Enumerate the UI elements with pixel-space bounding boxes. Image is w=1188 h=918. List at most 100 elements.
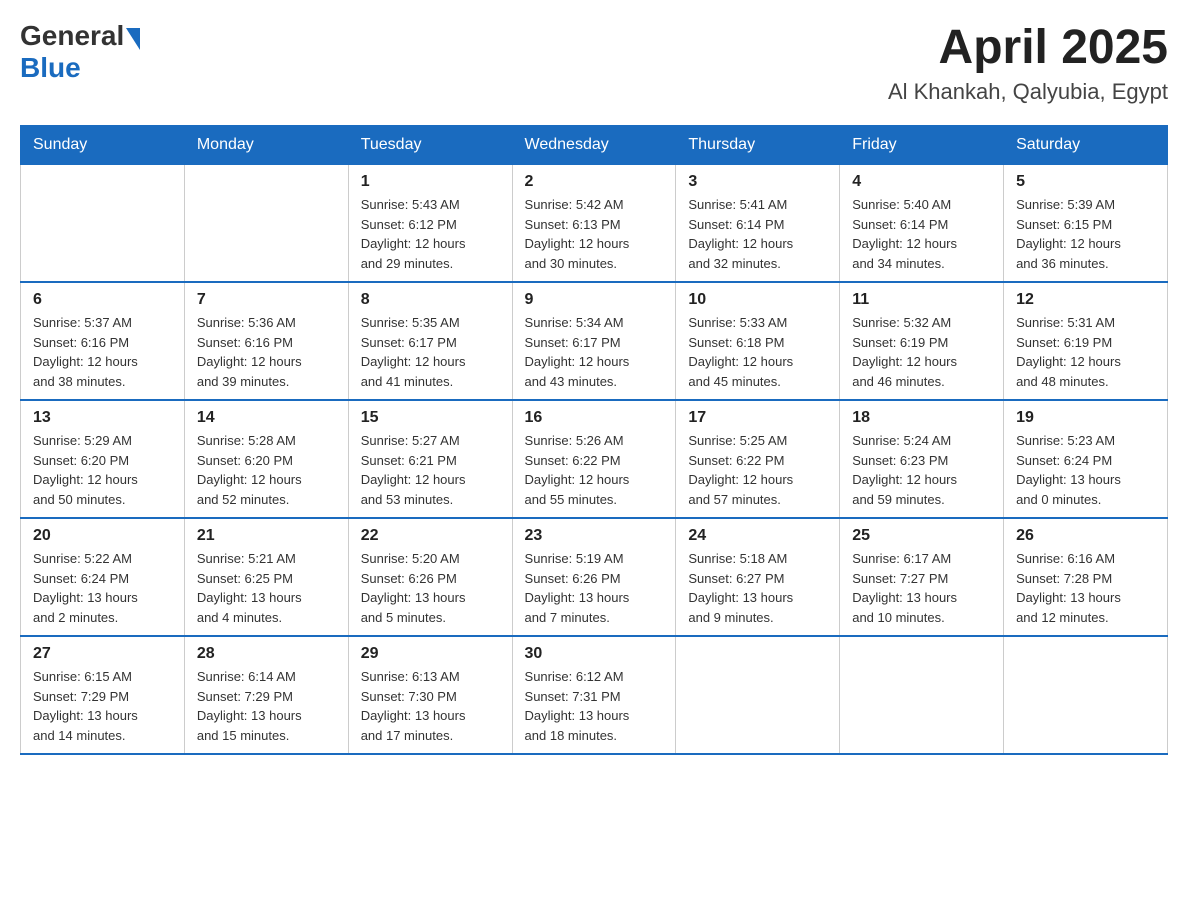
day-number: 15: [361, 409, 500, 427]
day-number: 13: [33, 409, 172, 427]
weekday-header-tuesday: Tuesday: [348, 126, 512, 165]
day-number: 20: [33, 527, 172, 545]
day-info: Sunrise: 5:31 AM Sunset: 6:19 PM Dayligh…: [1016, 313, 1155, 391]
calendar-cell: 2 Sunrise: 5:42 AM Sunset: 6:13 PM Daylig…: [512, 165, 676, 283]
day-info: Sunrise: 5:34 AM Sunset: 6:17 PM Dayligh…: [525, 313, 664, 391]
calendar-cell: 4 Sunrise: 5:40 AM Sunset: 6:14 PM Daylig…: [840, 165, 1004, 283]
logo-general-text: General: [20, 20, 124, 52]
day-info: Sunrise: 5:40 AM Sunset: 6:14 PM Dayligh…: [852, 195, 991, 273]
weekday-header-thursday: Thursday: [676, 126, 840, 165]
day-number: 16: [525, 409, 664, 427]
calendar-cell: 23Sunrise: 5:19 AM Sunset: 6:26 PM Dayli…: [512, 518, 676, 636]
day-info: Sunrise: 5:42 AM Sunset: 6:13 PM Dayligh…: [525, 195, 664, 273]
calendar-cell: 28Sunrise: 6:14 AM Sunset: 7:29 PM Dayli…: [184, 636, 348, 754]
day-info: Sunrise: 6:12 AM Sunset: 7:31 PM Dayligh…: [525, 667, 664, 745]
calendar-cell: 8 Sunrise: 5:35 AM Sunset: 6:17 PM Daylig…: [348, 282, 512, 400]
day-info: Sunrise: 5:32 AM Sunset: 6:19 PM Dayligh…: [852, 313, 991, 391]
calendar-cell: 11Sunrise: 5:32 AM Sunset: 6:19 PM Dayli…: [840, 282, 1004, 400]
day-info: Sunrise: 5:39 AM Sunset: 6:15 PM Dayligh…: [1016, 195, 1155, 273]
day-info: Sunrise: 6:17 AM Sunset: 7:27 PM Dayligh…: [852, 549, 991, 627]
calendar-cell: 29 Sunrise: 6:13 AM Sunset: 7:30 PM Dayli…: [348, 636, 512, 754]
logo-blue-text: Blue: [20, 52, 140, 84]
title-area: April 2025 Al Khankah, Qalyubia, Egypt: [888, 20, 1168, 105]
calendar-cell: 10 Sunrise: 5:33 AM Sunset: 6:18 PM Dayli…: [676, 282, 840, 400]
calendar-cell: 12 Sunrise: 5:31 AM Sunset: 6:19 PM Dayli…: [1004, 282, 1168, 400]
calendar-cell: 5 Sunrise: 5:39 AM Sunset: 6:15 PM Daylig…: [1004, 165, 1168, 283]
calendar-week-row: 6Sunrise: 5:37 AM Sunset: 6:16 PM Daylig…: [21, 282, 1168, 400]
location-subtitle: Al Khankah, Qalyubia, Egypt: [888, 79, 1168, 105]
day-info: Sunrise: 5:26 AM Sunset: 6:22 PM Dayligh…: [525, 431, 664, 509]
day-info: Sunrise: 5:27 AM Sunset: 6:21 PM Dayligh…: [361, 431, 500, 509]
day-number: 27: [33, 645, 172, 663]
day-info: Sunrise: 5:25 AM Sunset: 6:22 PM Dayligh…: [688, 431, 827, 509]
calendar-cell: 18 Sunrise: 5:24 AM Sunset: 6:23 PM Dayli…: [840, 400, 1004, 518]
day-info: Sunrise: 5:33 AM Sunset: 6:18 PM Dayligh…: [688, 313, 827, 391]
day-number: 30: [525, 645, 664, 663]
day-number: 7: [197, 291, 336, 309]
weekday-header-friday: Friday: [840, 126, 1004, 165]
day-number: 12: [1016, 291, 1155, 309]
calendar-cell: 17 Sunrise: 5:25 AM Sunset: 6:22 PM Dayli…: [676, 400, 840, 518]
calendar-cell: 7 Sunrise: 5:36 AM Sunset: 6:16 PM Daylig…: [184, 282, 348, 400]
calendar-cell: [21, 165, 185, 283]
calendar-cell: 20 Sunrise: 5:22 AM Sunset: 6:24 PM Dayli…: [21, 518, 185, 636]
day-number: 19: [1016, 409, 1155, 427]
day-info: Sunrise: 5:19 AM Sunset: 6:26 PM Dayligh…: [525, 549, 664, 627]
calendar-cell: 27 Sunrise: 6:15 AM Sunset: 7:29 PM Dayli…: [21, 636, 185, 754]
page-header: General Blue April 2025 Al Khankah, Qaly…: [20, 20, 1168, 105]
weekday-header-monday: Monday: [184, 126, 348, 165]
weekday-header-sunday: Sunday: [21, 126, 185, 165]
calendar-cell: 13 Sunrise: 5:29 AM Sunset: 6:20 PM Dayli…: [21, 400, 185, 518]
calendar-cell: 24Sunrise: 5:18 AM Sunset: 6:27 PM Dayli…: [676, 518, 840, 636]
day-info: Sunrise: 5:35 AM Sunset: 6:17 PM Dayligh…: [361, 313, 500, 391]
day-number: 2: [525, 173, 664, 191]
day-info: Sunrise: 5:18 AM Sunset: 6:27 PM Dayligh…: [688, 549, 827, 627]
day-info: Sunrise: 6:15 AM Sunset: 7:29 PM Dayligh…: [33, 667, 172, 745]
calendar-cell: 25 Sunrise: 6:17 AM Sunset: 7:27 PM Dayli…: [840, 518, 1004, 636]
logo-triangle-icon: [126, 28, 140, 50]
day-number: 8: [361, 291, 500, 309]
day-number: 10: [688, 291, 827, 309]
day-info: Sunrise: 5:20 AM Sunset: 6:26 PM Dayligh…: [361, 549, 500, 627]
calendar-cell: [184, 165, 348, 283]
day-info: Sunrise: 5:23 AM Sunset: 6:24 PM Dayligh…: [1016, 431, 1155, 509]
day-number: 5: [1016, 173, 1155, 191]
calendar-week-row: 1Sunrise: 5:43 AM Sunset: 6:12 PM Daylig…: [21, 165, 1168, 283]
calendar-cell: 15 Sunrise: 5:27 AM Sunset: 6:21 PM Dayli…: [348, 400, 512, 518]
day-info: Sunrise: 5:41 AM Sunset: 6:14 PM Dayligh…: [688, 195, 827, 273]
day-info: Sunrise: 6:13 AM Sunset: 7:30 PM Dayligh…: [361, 667, 500, 745]
day-number: 3: [688, 173, 827, 191]
weekday-header-wednesday: Wednesday: [512, 126, 676, 165]
day-info: Sunrise: 5:22 AM Sunset: 6:24 PM Dayligh…: [33, 549, 172, 627]
day-number: 9: [525, 291, 664, 309]
calendar-cell: [1004, 636, 1168, 754]
day-info: Sunrise: 5:36 AM Sunset: 6:16 PM Dayligh…: [197, 313, 336, 391]
day-number: 29: [361, 645, 500, 663]
day-info: Sunrise: 5:37 AM Sunset: 6:16 PM Dayligh…: [33, 313, 172, 391]
day-number: 25: [852, 527, 991, 545]
calendar-cell: 21Sunrise: 5:21 AM Sunset: 6:25 PM Dayli…: [184, 518, 348, 636]
calendar-cell: [840, 636, 1004, 754]
calendar-cell: 22 Sunrise: 5:20 AM Sunset: 6:26 PM Dayli…: [348, 518, 512, 636]
calendar-cell: 6Sunrise: 5:37 AM Sunset: 6:16 PM Daylig…: [21, 282, 185, 400]
calendar-cell: 1Sunrise: 5:43 AM Sunset: 6:12 PM Daylig…: [348, 165, 512, 283]
day-info: Sunrise: 5:29 AM Sunset: 6:20 PM Dayligh…: [33, 431, 172, 509]
calendar-week-row: 20 Sunrise: 5:22 AM Sunset: 6:24 PM Dayli…: [21, 518, 1168, 636]
day-info: Sunrise: 5:28 AM Sunset: 6:20 PM Dayligh…: [197, 431, 336, 509]
day-number: 21: [197, 527, 336, 545]
day-info: Sunrise: 5:24 AM Sunset: 6:23 PM Dayligh…: [852, 431, 991, 509]
calendar-cell: 3 Sunrise: 5:41 AM Sunset: 6:14 PM Daylig…: [676, 165, 840, 283]
calendar-cell: [676, 636, 840, 754]
calendar-week-row: 27 Sunrise: 6:15 AM Sunset: 7:29 PM Dayli…: [21, 636, 1168, 754]
day-number: 4: [852, 173, 991, 191]
logo: General Blue: [20, 20, 140, 84]
day-number: 22: [361, 527, 500, 545]
calendar-cell: 30 Sunrise: 6:12 AM Sunset: 7:31 PM Dayli…: [512, 636, 676, 754]
calendar-cell: 19 Sunrise: 5:23 AM Sunset: 6:24 PM Dayli…: [1004, 400, 1168, 518]
day-number: 17: [688, 409, 827, 427]
day-number: 18: [852, 409, 991, 427]
calendar-cell: 9 Sunrise: 5:34 AM Sunset: 6:17 PM Daylig…: [512, 282, 676, 400]
day-number: 28: [197, 645, 336, 663]
day-number: 1: [361, 173, 500, 191]
calendar-header-row: SundayMondayTuesdayWednesdayThursdayFrid…: [21, 126, 1168, 165]
